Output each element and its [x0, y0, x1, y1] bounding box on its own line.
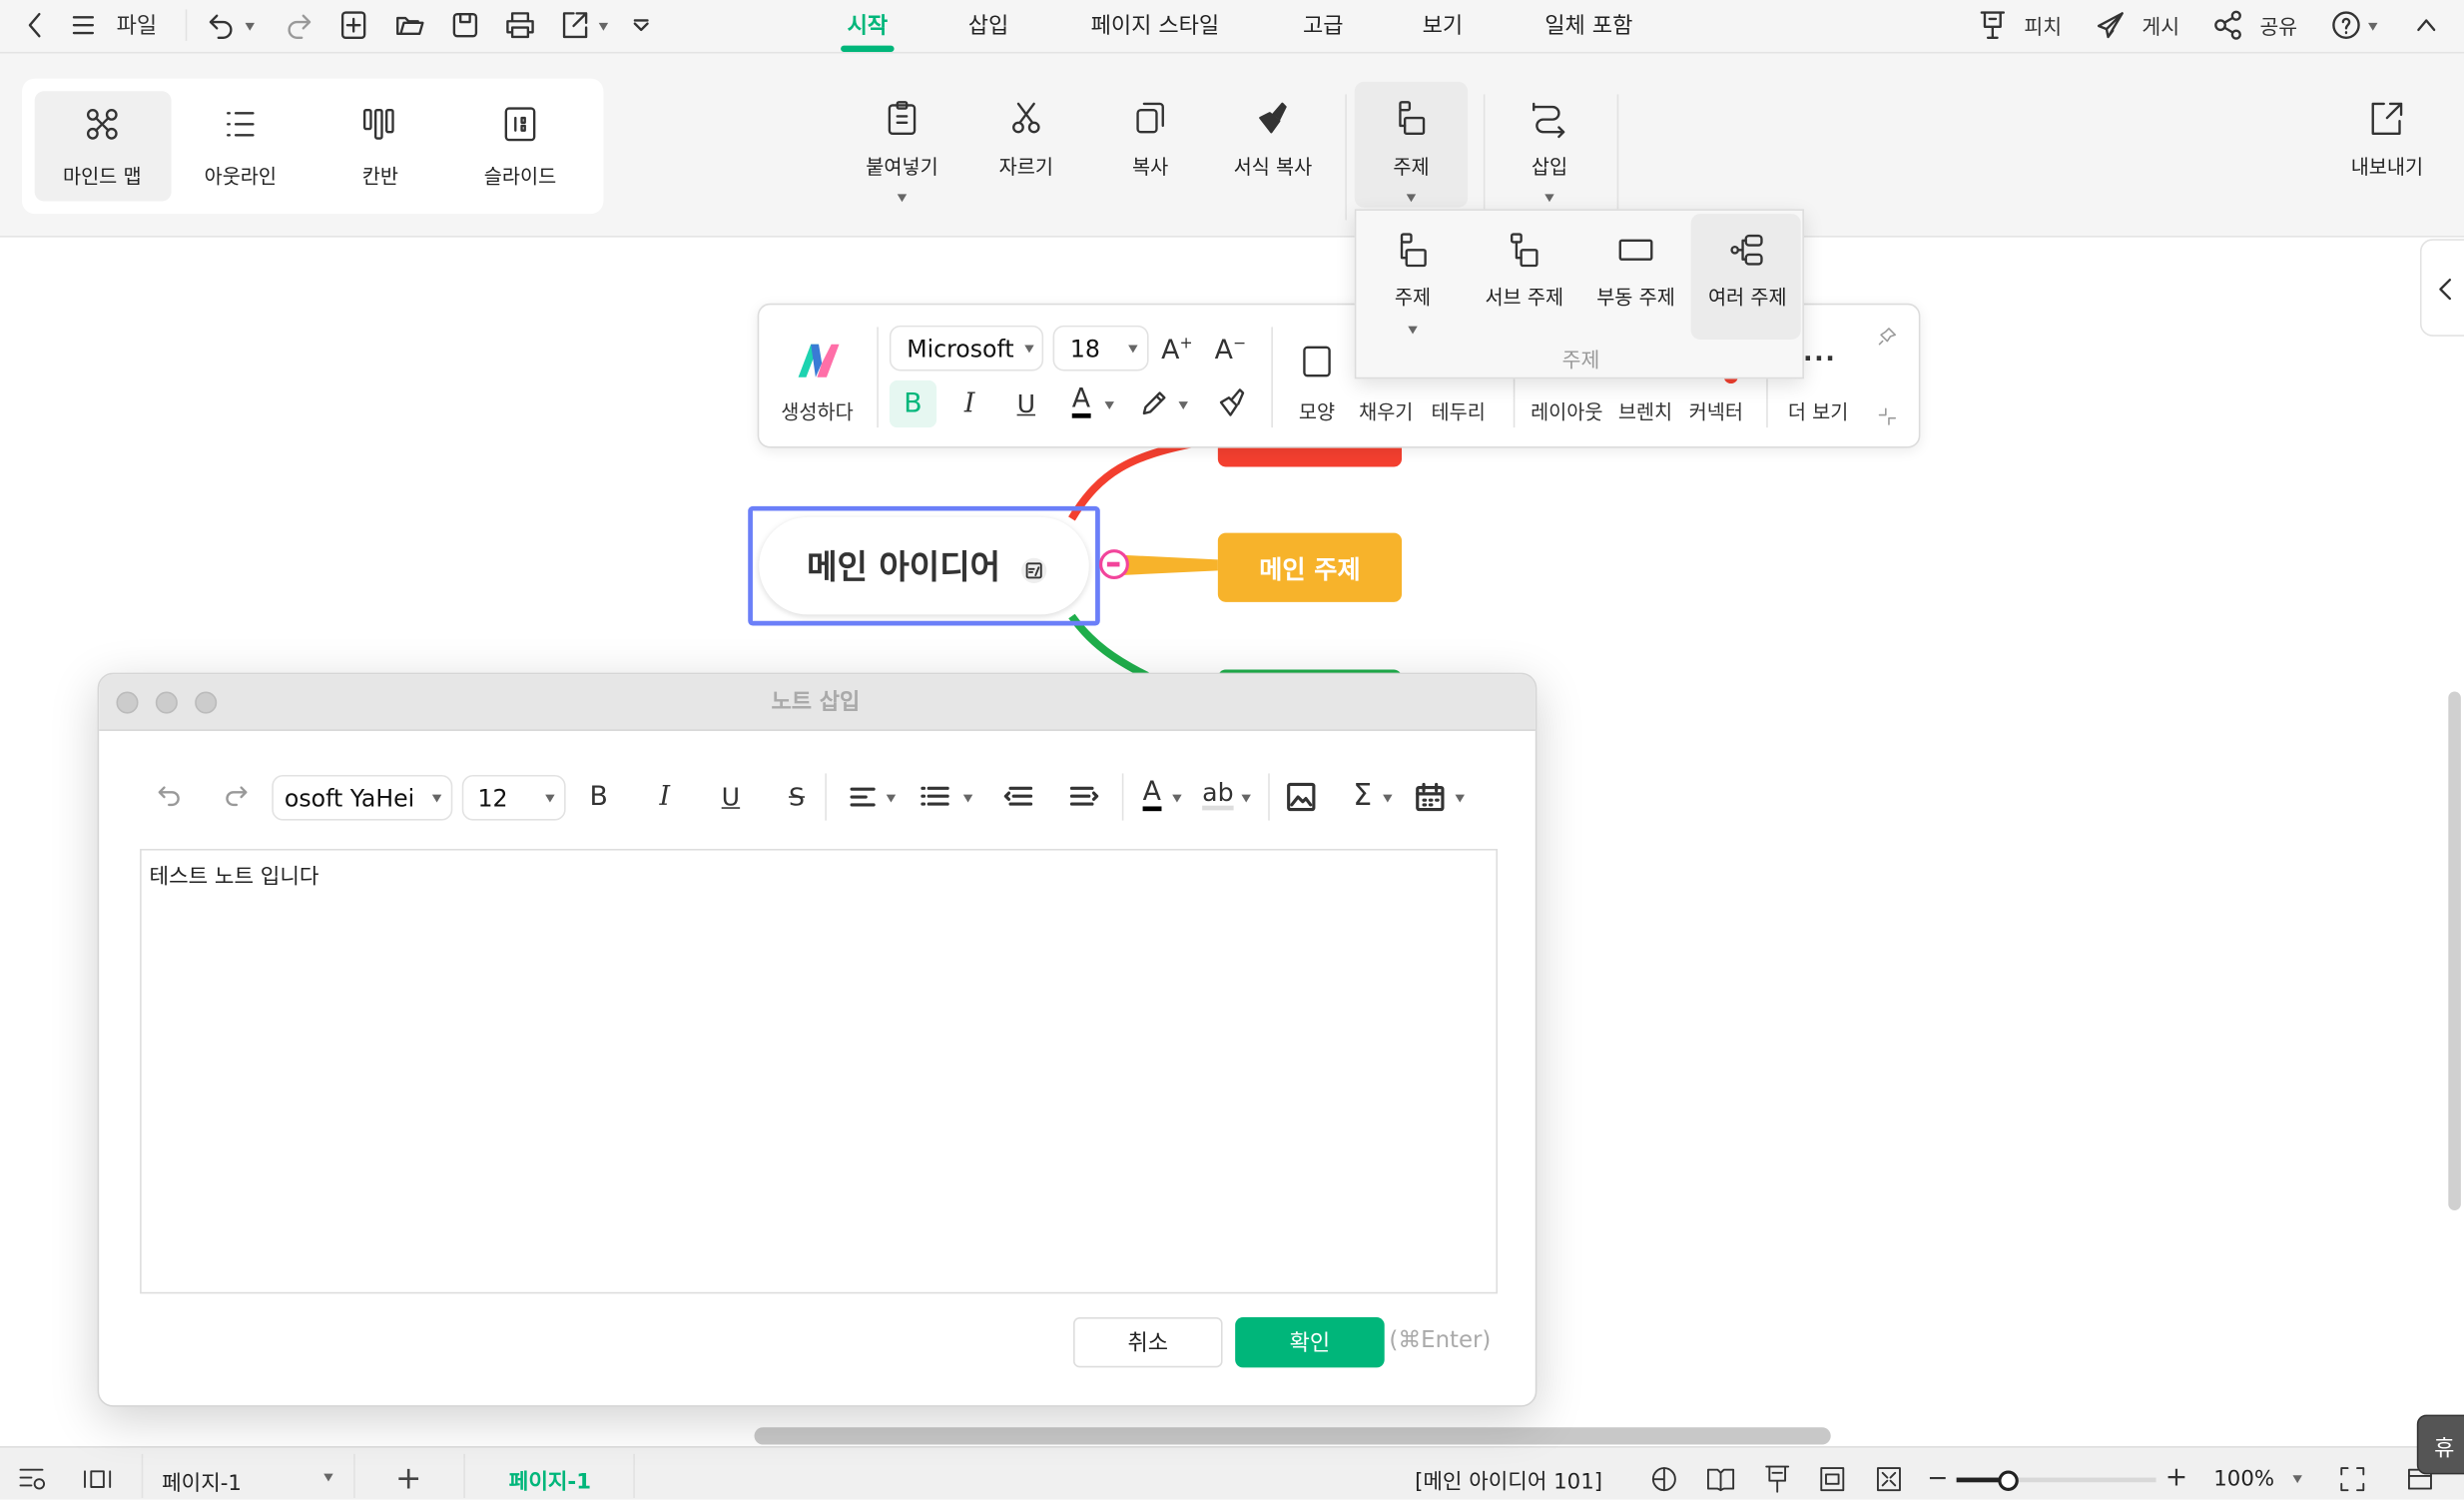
- outdent-icon[interactable]: [1003, 786, 1033, 807]
- menu-item-floating-topic[interactable]: 부동 주제: [1596, 281, 1675, 311]
- more-button[interactable]: 더 보기: [1788, 395, 1849, 425]
- side-help-tab[interactable]: 휴: [2416, 1414, 2464, 1475]
- note-icon[interactable]: [1021, 557, 1047, 583]
- shape-button[interactable]: 모양: [1299, 395, 1335, 425]
- subtopic-icon: [1511, 233, 1539, 268]
- pin-icon[interactable]: [1878, 327, 1897, 346]
- highlighter-icon[interactable]: [1142, 389, 1167, 415]
- font-family-select[interactable]: Microsoft: [889, 325, 1044, 372]
- page-panel-icon[interactable]: [83, 1470, 112, 1489]
- topic-icon: [1399, 233, 1427, 268]
- highlight-icon[interactable]: ab: [1202, 780, 1234, 811]
- text-color-icon[interactable]: A: [1071, 385, 1091, 418]
- central-node-selection[interactable]: 메인 아이디어: [748, 505, 1100, 626]
- format-painter-icon[interactable]: [1219, 388, 1245, 416]
- connector-button[interactable]: 커넥터: [1689, 395, 1743, 425]
- italic-button[interactable]: I: [660, 781, 671, 812]
- increase-font-icon[interactable]: A+: [1161, 335, 1193, 366]
- selection-info: [메인 아이디어 101]: [1415, 1469, 1603, 1495]
- formula-icon[interactable]: Σ: [1353, 778, 1372, 813]
- decrease-font-icon[interactable]: A−: [1215, 335, 1247, 366]
- underline-button[interactable]: U: [1017, 389, 1035, 419]
- zoom-slider[interactable]: [1956, 1469, 2156, 1491]
- dialog-titlebar: 노트 삽입: [99, 674, 1536, 731]
- undo-icon[interactable]: [158, 786, 182, 808]
- topic-dropdown-menu: 주제 서브 주제 부동 주제 여러 주제 주제: [1354, 209, 1804, 379]
- dialog-title: 노트 삽입: [771, 689, 861, 716]
- horizontal-scrollbar[interactable]: [754, 1427, 1831, 1445]
- italic-button[interactable]: I: [964, 388, 975, 419]
- underline-button[interactable]: U: [722, 782, 740, 812]
- bold-button[interactable]: B: [590, 781, 608, 812]
- layout-button[interactable]: 레이아웃: [1531, 395, 1602, 425]
- maximize-window-button[interactable]: [195, 691, 218, 714]
- font-size-select[interactable]: 18: [1052, 325, 1149, 372]
- note-text-area[interactable]: 테스트 노트 입니다: [140, 848, 1499, 1294]
- add-page-button[interactable]: +: [395, 1459, 421, 1497]
- image-icon[interactable]: [1287, 782, 1316, 812]
- generate-button[interactable]: 생성하다: [781, 395, 853, 425]
- menu-item-subtopic[interactable]: 서브 주제: [1485, 281, 1563, 311]
- topic-node-main[interactable]: 메인 주제: [1217, 532, 1403, 602]
- insert-note-dialog: 노트 삽입 osoft YaHei 12 B I U S A ab Σ 테스트 …: [97, 672, 1538, 1407]
- fit-page-icon[interactable]: [1820, 1467, 1845, 1492]
- zoom-out-button[interactable]: −: [1927, 1463, 1948, 1493]
- indent-icon[interactable]: [1069, 786, 1099, 807]
- border-button[interactable]: 테두리: [1432, 395, 1486, 425]
- fill-button[interactable]: 채우기: [1359, 395, 1413, 425]
- bold-button[interactable]: B: [889, 379, 937, 428]
- book-icon[interactable]: [1706, 1468, 1735, 1492]
- zoom-in-button[interactable]: +: [2165, 1462, 2187, 1493]
- calendar-icon[interactable]: [1416, 782, 1445, 812]
- outline-panel-icon[interactable]: [19, 1468, 47, 1490]
- menu-item-topic[interactable]: 주제: [1395, 281, 1431, 311]
- branch-button[interactable]: 브렌치: [1618, 395, 1672, 425]
- collapse-branch-button[interactable]: [1099, 549, 1129, 580]
- text-color-icon[interactable]: A: [1142, 779, 1161, 812]
- align-icon[interactable]: [850, 787, 876, 807]
- shortcut-hint: (⌘Enter): [1389, 1328, 1492, 1354]
- presentation-icon[interactable]: [1765, 1465, 1790, 1493]
- collapse-toolbar-icon[interactable]: [1878, 407, 1897, 425]
- status-bar: 페이지-1 + 페이지-1 [메인 아이디어 101] − + 100%: [0, 1446, 2464, 1500]
- note-font-select[interactable]: osoft YaHei: [272, 774, 453, 821]
- cancel-button[interactable]: 취소: [1073, 1317, 1223, 1368]
- fullscreen-icon[interactable]: [2340, 1467, 2365, 1492]
- theme-icon[interactable]: [1651, 1467, 1676, 1492]
- zoom-slider-thumb[interactable]: [1998, 1469, 2019, 1491]
- zoom-level[interactable]: 100%: [2213, 1467, 2274, 1492]
- menu-item-multiple-topics[interactable]: 여러 주제: [1708, 281, 1787, 311]
- note-size-select[interactable]: 12: [461, 774, 566, 821]
- branch-yellow: [1118, 554, 1218, 576]
- confirm-button[interactable]: 확인: [1235, 1317, 1385, 1368]
- redo-icon[interactable]: [224, 786, 248, 808]
- minimize-window-button[interactable]: [155, 691, 178, 714]
- close-window-button[interactable]: [116, 691, 139, 714]
- ai-logo-icon[interactable]: [792, 342, 842, 379]
- bullet-list-icon[interactable]: [921, 786, 949, 807]
- strikethrough-button[interactable]: S: [789, 782, 805, 812]
- group-label: 주제: [1561, 350, 1600, 374]
- more-dots-icon[interactable]: ···: [1803, 344, 1836, 374]
- multiple-topics-icon: [1730, 234, 1765, 266]
- shape-icon[interactable]: [1303, 346, 1331, 377]
- floating-topic-icon: [1618, 239, 1653, 261]
- page-tab[interactable]: 페이지-1: [509, 1463, 591, 1495]
- fit-width-icon[interactable]: [1876, 1467, 1901, 1492]
- page-select[interactable]: 페이지-1: [162, 1465, 242, 1496]
- central-node-text: 메인 아이디어: [807, 548, 1001, 587]
